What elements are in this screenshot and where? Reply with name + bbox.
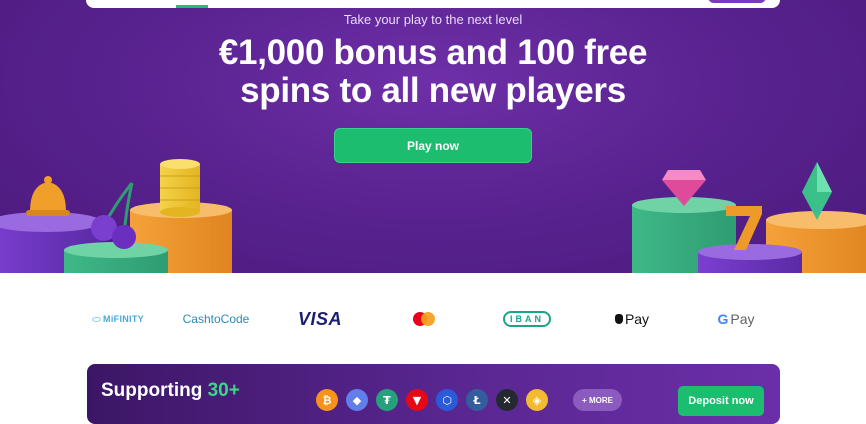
visa-label: VISA bbox=[297, 308, 342, 329]
iban-logo: IBAN bbox=[502, 308, 552, 330]
tron-icon: ▼ bbox=[406, 389, 428, 411]
cashtocode-logo: CashtoCode bbox=[180, 308, 252, 330]
mastercard-logo bbox=[408, 308, 440, 330]
apple-icon bbox=[614, 314, 623, 324]
play-now-button[interactable]: Play now bbox=[334, 128, 532, 163]
iban-label: IBAN bbox=[503, 311, 551, 327]
apple-pay-logo: Pay bbox=[610, 308, 654, 330]
crypto-coin-list: ₿ ◆ ₮ ▼ ⬡ Ł ✕ ◈ bbox=[316, 389, 548, 411]
hero-banner: Take your play to the next level €1,000 … bbox=[0, 0, 866, 273]
mifinity-logo: MiFINITY bbox=[88, 308, 148, 330]
litecoin-icon: Ł bbox=[466, 389, 488, 411]
google-pay-logo: G Pay bbox=[714, 308, 758, 330]
headline-line-2: spins to all new players bbox=[240, 71, 626, 110]
google-g-icon: G bbox=[717, 311, 729, 327]
binance-icon: ◈ bbox=[526, 389, 548, 411]
chainlink-icon: ⬡ bbox=[436, 389, 458, 411]
payment-methods-strip: MiFINITY CashtoCode VISA IBAN Pay G Pay bbox=[0, 273, 866, 363]
more-coins-button[interactable]: + MORE bbox=[573, 389, 622, 411]
crypto-title-accent: 30+ bbox=[207, 380, 240, 401]
crypto-support-banner: Supporting 30+ ₿ ◆ ₮ ▼ ⬡ Ł ✕ ◈ + MORE De… bbox=[87, 364, 780, 424]
hero-tagline: Take your play to the next level bbox=[343, 12, 523, 27]
cashtocode-label: CashtoCode bbox=[182, 312, 250, 326]
mifinity-label: MiFINITY bbox=[103, 314, 144, 324]
xrp-icon: ✕ bbox=[496, 389, 518, 411]
bell-icon bbox=[26, 176, 70, 216]
cherries-icon bbox=[91, 182, 136, 249]
apple-pay-label: Pay bbox=[624, 311, 650, 327]
crypto-title-prefix: Supporting bbox=[101, 380, 208, 401]
tether-icon: ₮ bbox=[376, 389, 398, 411]
headline-line-1: €1,000 bonus and 100 free bbox=[218, 33, 648, 72]
bitcoin-icon: ₿ bbox=[316, 389, 338, 411]
deposit-now-button[interactable]: Deposit now bbox=[678, 386, 764, 416]
crypto-title: Supporting 30+ bbox=[101, 380, 240, 402]
hero-headline: €1,000 bonus and 100 free spins to all n… bbox=[0, 34, 866, 110]
visa-logo: VISA bbox=[294, 308, 346, 330]
ethereum-icon: ◆ bbox=[346, 389, 368, 411]
google-pay-label: Pay bbox=[730, 311, 755, 327]
coin-stack-icon bbox=[160, 159, 200, 217]
